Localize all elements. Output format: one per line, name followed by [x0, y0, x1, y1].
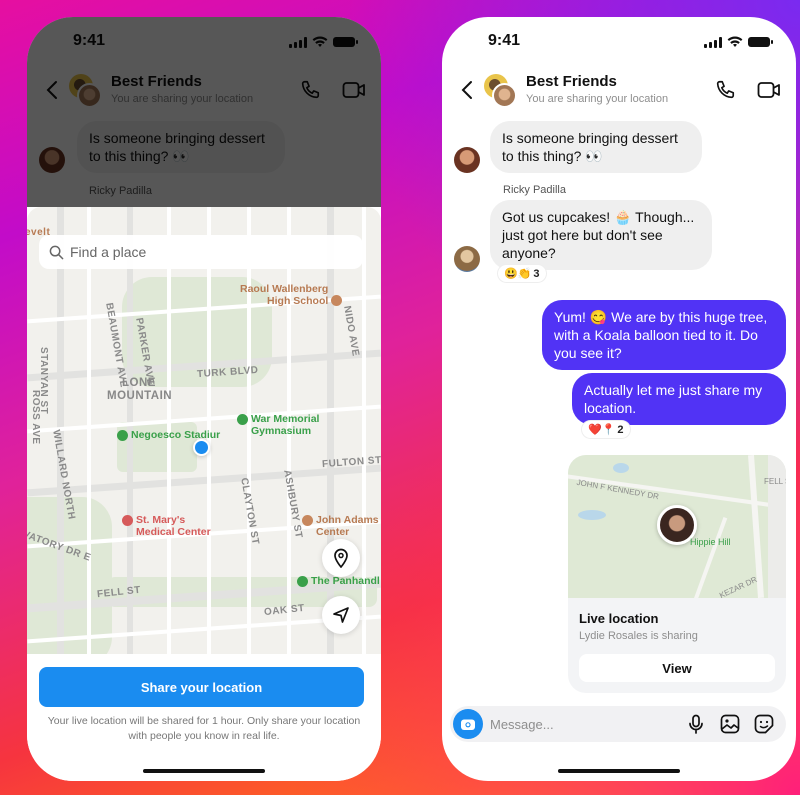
back-chevron-icon[interactable] — [458, 79, 478, 101]
reaction-count: 3 — [533, 267, 540, 280]
poi-label: The Panhandl — [311, 575, 380, 587]
poi-label: Gymnasium — [251, 425, 312, 437]
home-indicator — [558, 769, 680, 773]
status-bar: 9:41 — [442, 17, 796, 67]
chat-subtitle: You are sharing your location — [526, 93, 669, 105]
road — [87, 207, 91, 654]
share-location-sheet: evelt STANYAN ST BEAUMONT AVE PARKER AVE… — [27, 207, 381, 781]
status-time: 9:41 — [488, 32, 521, 49]
message-input[interactable] — [490, 706, 670, 742]
poi-war-memorial[interactable]: War Memorial Gymnasium — [237, 413, 319, 437]
group-avatar[interactable] — [484, 74, 518, 108]
location-pin-icon — [334, 548, 348, 568]
message-bubble[interactable]: Got us cupcakes! 🧁 Though... just got he… — [490, 200, 712, 270]
poi-raoul-wallenberg[interactable]: Raoul Wallenberg High School — [240, 283, 343, 307]
reaction-count: 2 — [617, 423, 624, 436]
message-text: Yum! 😋 We are by this huge tree, with a … — [554, 309, 768, 361]
dim-overlay — [27, 17, 381, 207]
live-location-card[interactable]: JOHN F KENNEDY DR KEZAR DR FELL ST Hippi… — [568, 455, 786, 693]
home-indicator — [143, 769, 265, 773]
live-location-subtitle: Lydie Rosales is sharing — [579, 630, 698, 642]
message-bubble-own[interactable]: Actually let me just share my location. — [572, 373, 786, 425]
park-pin-icon — [237, 414, 248, 425]
share-disclaimer: Your live location will be shared for 1 … — [47, 715, 361, 742]
battery-icon — [748, 37, 773, 47]
message-composer — [450, 706, 786, 742]
avatar[interactable] — [454, 246, 480, 272]
message-text: Got us cupcakes! 🧁 Though... just got he… — [502, 209, 695, 261]
street-label: CLAYTON ST — [238, 477, 261, 546]
poi-label: Raoul Wallenberg — [240, 283, 329, 295]
map-view[interactable]: evelt STANYAN ST BEAUMONT AVE PARKER AVE… — [27, 207, 381, 654]
wifi-icon — [727, 36, 743, 47]
poi-john-adams[interactable]: John Adams Center — [302, 514, 379, 538]
reaction-pill[interactable]: 😃👏 3 — [498, 265, 546, 282]
school-pin-icon — [331, 295, 343, 306]
road — [692, 517, 728, 598]
poi-label: St. Mary's — [136, 514, 186, 526]
signal-icon — [704, 36, 722, 48]
school-pin-icon — [302, 515, 313, 526]
sender-label: Ricky Padilla — [503, 184, 566, 196]
navigation-arrow-icon — [333, 607, 349, 623]
reaction-emojis: 😃👏 — [504, 268, 532, 280]
hospital-pin-icon — [122, 515, 133, 526]
poi-label: Center — [316, 526, 350, 538]
message-text: Is someone bringing dessert to this thin… — [502, 130, 678, 164]
phone-share-location-screen: 9:41 Best Friends You are sharing your l… — [27, 17, 381, 781]
lake — [613, 463, 629, 473]
live-location-title: Live location — [579, 611, 659, 626]
area-label: LONE MOUNTAIN — [107, 377, 173, 402]
gallery-icon[interactable] — [720, 714, 740, 734]
reaction-pill[interactable]: ❤️📍 2 — [582, 421, 630, 438]
search-icon — [49, 245, 64, 259]
recenter-button[interactable] — [322, 596, 360, 634]
search-placeholder: Find a place — [70, 244, 147, 260]
message-text: Actually let me just share my location. — [584, 382, 763, 416]
street-label: NIDO AVE — [341, 305, 361, 358]
message-bubble-own[interactable]: Yum! 😋 We are by this huge tree, with a … — [542, 300, 786, 370]
map-road-label: FELL ST — [764, 477, 786, 486]
poi-label: John Adams — [316, 514, 379, 526]
map-place-label: Hippie Hill — [690, 537, 731, 547]
share-location-button[interactable]: Share your location — [39, 667, 364, 707]
chat-header: Best Friends You are sharing your locati… — [442, 69, 796, 115]
find-place-search[interactable]: Find a place — [39, 235, 363, 269]
poi-label: High School — [267, 295, 329, 307]
map-road-label: KEZAR DR — [717, 574, 759, 598]
poi-st-marys[interactable]: St. Mary's Medical Center — [122, 514, 211, 538]
poi-label: War Memorial — [251, 413, 320, 425]
park-pin-icon — [297, 576, 308, 587]
reaction-emojis: ❤️📍 — [588, 424, 616, 436]
phone-chat-screen: 9:41 Best Friends You are sharing your l… — [442, 17, 796, 781]
video-camera-icon[interactable] — [757, 80, 781, 100]
camera-button[interactable] — [453, 709, 483, 739]
street-label: ROSS AVE — [30, 390, 41, 445]
live-location-map[interactable]: JOHN F KENNEDY DR KEZAR DR FELL ST Hippi… — [568, 455, 786, 598]
drop-pin-button[interactable] — [322, 539, 360, 577]
sticker-icon[interactable] — [754, 714, 774, 734]
camera-icon — [461, 719, 475, 730]
current-location-dot — [193, 439, 210, 456]
park-area — [27, 497, 112, 654]
chat-title[interactable]: Best Friends — [526, 73, 617, 90]
poi-label: Negoesco Stadiur — [131, 429, 221, 441]
view-location-button[interactable]: View — [579, 654, 775, 682]
lake — [578, 510, 606, 520]
avatar[interactable] — [454, 147, 480, 173]
phone-icon[interactable] — [714, 79, 736, 101]
park-pin-icon — [117, 430, 128, 441]
message-bubble[interactable]: Is someone bringing dessert to this thin… — [490, 121, 702, 173]
microphone-icon[interactable] — [686, 714, 706, 734]
poi-label: Medical Center — [136, 526, 211, 538]
